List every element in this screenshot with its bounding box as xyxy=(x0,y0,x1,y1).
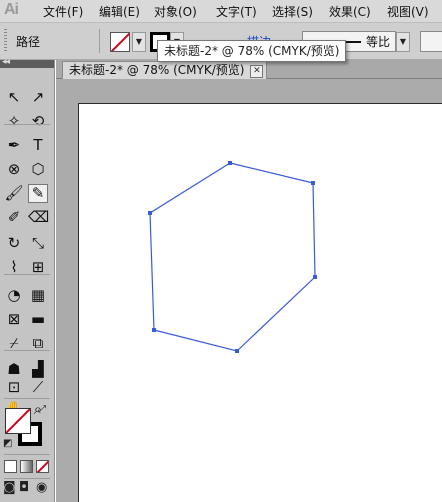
fill-dropdown-arrow[interactable]: ▼ xyxy=(132,32,146,52)
paintbrush-tool-icon[interactable]: 🖌 xyxy=(4,184,24,203)
tools-panel-header[interactable]: ◂◂ xyxy=(0,57,54,68)
separator xyxy=(99,29,100,53)
pencil-tool-icon[interactable]: ✎ xyxy=(28,184,48,203)
canvas-area[interactable] xyxy=(56,79,442,502)
anchor-point[interactable] xyxy=(235,349,239,353)
line-segment-tool-icon[interactable]: ⊗ xyxy=(4,160,24,179)
none-mode-icon[interactable] xyxy=(36,460,49,473)
perspective-grid-tool-icon[interactable]: ▦ xyxy=(28,286,48,305)
scale-tool-icon[interactable]: ⤡ xyxy=(28,234,48,253)
menu-bar: Ai 文件(F) 编辑(E) 对象(O) 文字(T) 选择(S) 效果(C) 视… xyxy=(0,0,442,23)
anchor-point[interactable] xyxy=(311,181,315,185)
menu-select[interactable]: 选择(S) xyxy=(272,3,313,20)
document-tab-title: 未标题-2* @ 78% (CMYK/预览) xyxy=(69,63,245,77)
draw-behind-icon[interactable]: ◘ xyxy=(19,480,29,495)
document-tab[interactable]: 未标题-2* @ 78% (CMYK/预览) ✕ xyxy=(62,61,268,79)
gradient-tool-icon[interactable]: ▬ xyxy=(28,310,48,329)
selection-type-label: 路径 xyxy=(16,35,41,49)
magic-wand-tool-icon[interactable]: ✧ xyxy=(4,112,24,131)
gradient-mode-icon[interactable] xyxy=(20,460,33,473)
control-bar-grip[interactable] xyxy=(4,29,7,53)
type-tool-icon[interactable]: T xyxy=(28,136,48,155)
separator xyxy=(4,350,50,351)
menu-type[interactable]: 文字(T) xyxy=(216,3,257,20)
brush-definition-select[interactable] xyxy=(420,31,442,52)
close-tab-icon[interactable]: ✕ xyxy=(250,65,264,78)
separator xyxy=(4,454,50,455)
color-mode-icon[interactable] xyxy=(4,460,17,473)
document-tooltip: 未标题-2* @ 78% (CMYK/预览) xyxy=(157,40,347,62)
artboard[interactable] xyxy=(78,103,442,502)
lasso-tool-icon[interactable]: ⟲ xyxy=(28,112,48,131)
hexagon-path[interactable] xyxy=(79,104,442,502)
pen-tool-icon[interactable]: ✒ xyxy=(4,136,24,155)
fill-box[interactable] xyxy=(5,408,31,434)
separator xyxy=(4,398,50,399)
menu-effect[interactable]: 效果(C) xyxy=(329,3,371,20)
slice-tool-icon[interactable]: ⟋ xyxy=(28,378,48,397)
menu-object[interactable]: 对象(O) xyxy=(154,3,197,20)
polygon-tool-icon[interactable]: ⬡ xyxy=(28,160,48,179)
artboard-tool-icon[interactable]: ⊡ xyxy=(4,378,24,397)
menu-view[interactable]: 视图(V) xyxy=(387,3,429,20)
default-fill-stroke-icon[interactable]: ◩ xyxy=(3,438,12,449)
anchor-point[interactable] xyxy=(148,211,152,215)
eraser-tool-icon[interactable]: ⌫ xyxy=(28,208,49,227)
document-tab-strip: 未标题-2* @ 78% (CMYK/预览) ✕ xyxy=(56,60,442,79)
separator xyxy=(4,124,50,125)
draw-normal-icon[interactable]: ◙ xyxy=(3,480,16,495)
symbol-sprayer-tool-icon[interactable]: ☗ xyxy=(4,360,24,379)
separator xyxy=(4,478,50,479)
anchor-point[interactable] xyxy=(313,275,317,279)
menu-file[interactable]: 文件(F) xyxy=(43,3,83,20)
shape-builder-tool-icon[interactable]: ◔ xyxy=(4,286,24,305)
anchor-point[interactable] xyxy=(152,328,156,332)
rotate-tool-icon[interactable]: ↻ xyxy=(4,234,24,253)
menu-edit[interactable]: 编辑(E) xyxy=(99,3,140,20)
tools-panel: ◂◂ ↖↗✧⟲✒T⊗⬡🖌✎✐⌫↻⤡⌇⊞◔▦⊠▬⌿⧉☗▟⊡⟋✋⌕ ⤢ ◩ ◙ ◘ … xyxy=(0,57,55,502)
selection-tool-icon[interactable]: ↖ xyxy=(4,88,24,107)
draw-inside-icon[interactable]: ◉ xyxy=(36,480,47,495)
stroke-profile-value: 等比 xyxy=(366,35,391,49)
column-graph-tool-icon[interactable]: ▟ xyxy=(28,360,48,379)
fill-color-swatch[interactable] xyxy=(110,32,130,52)
anchor-point[interactable] xyxy=(228,161,232,165)
mesh-tool-icon[interactable]: ⊠ xyxy=(4,310,24,329)
blob-brush-tool-icon[interactable]: ✐ xyxy=(4,208,24,227)
swap-fill-stroke-icon[interactable]: ⤢ xyxy=(38,404,46,415)
app-logo: Ai xyxy=(4,1,19,18)
hexagon-outline[interactable] xyxy=(149,162,316,352)
stroke-profile-dropdown-arrow[interactable]: ▼ xyxy=(396,32,410,52)
direct-selection-tool-icon[interactable]: ↗ xyxy=(28,88,48,107)
separator xyxy=(4,274,50,275)
